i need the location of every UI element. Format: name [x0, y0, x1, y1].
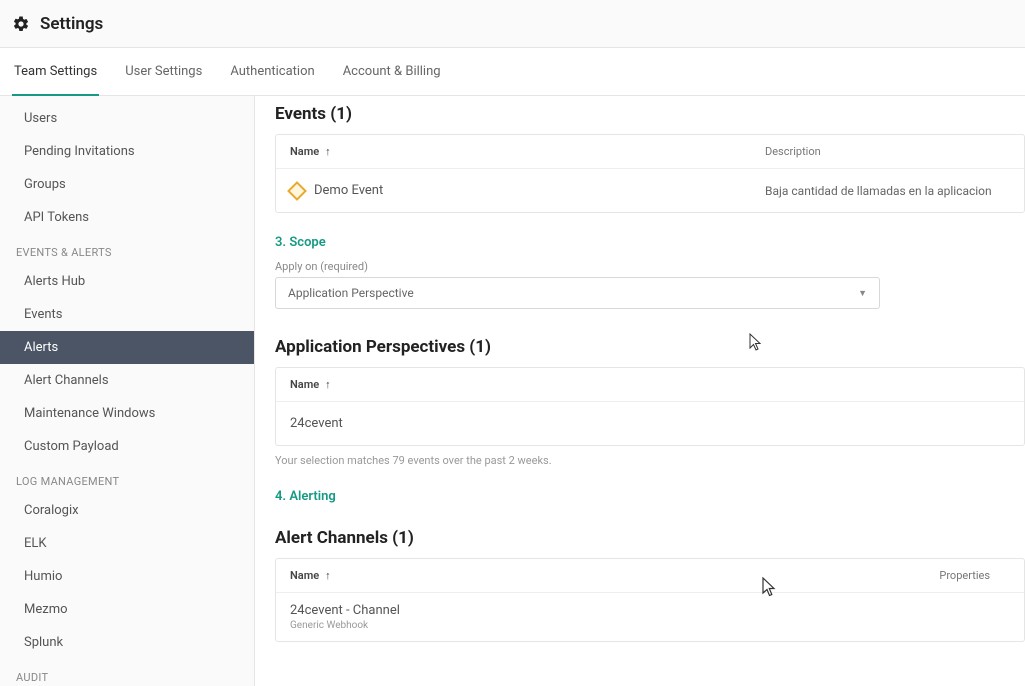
- sidebar: Users Pending Invitations Groups API Tok…: [0, 96, 255, 686]
- alert-channel-row-name: 24cevent - Channel: [290, 603, 765, 618]
- tabbar: Team Settings User Settings Authenticati…: [0, 48, 1025, 96]
- sidebar-section-log-management: LOG MANAGEMENT: [0, 463, 254, 494]
- perspectives-table: Name ↑ 24cevent: [275, 367, 1025, 446]
- events-col-description[interactable]: Description: [765, 145, 1010, 158]
- sidebar-item-events[interactable]: Events: [0, 298, 254, 331]
- sort-arrow-up-icon: ↑: [325, 145, 331, 158]
- sidebar-item-alerts-hub[interactable]: Alerts Hub: [0, 265, 254, 298]
- tab-authentication[interactable]: Authentication: [228, 48, 316, 96]
- event-diamond-icon: [287, 181, 307, 201]
- alert-channels-col-name-label: Name: [290, 569, 319, 582]
- sidebar-item-custom-payload[interactable]: Custom Payload: [0, 430, 254, 463]
- scope-match-hint: Your selection matches 79 events over th…: [275, 454, 1025, 467]
- sidebar-item-elk[interactable]: ELK: [0, 527, 254, 560]
- tab-team-settings[interactable]: Team Settings: [12, 48, 99, 96]
- sort-arrow-up-icon: ↑: [325, 569, 331, 582]
- alert-channels-col-properties[interactable]: Properties: [765, 569, 1010, 582]
- chevron-down-icon: ▼: [858, 288, 867, 299]
- alert-channel-row-subtype: Generic Webhook: [290, 620, 765, 631]
- sidebar-section-audit: AUDIT: [0, 659, 254, 686]
- event-row-description: Baja cantidad de llamadas en la aplicaci…: [765, 184, 1010, 198]
- perspectives-row[interactable]: 24cevent: [276, 402, 1024, 445]
- events-col-name-label: Name: [290, 145, 319, 158]
- tab-account-billing[interactable]: Account & Billing: [341, 48, 443, 96]
- apply-on-value: Application Perspective: [288, 286, 414, 300]
- perspectives-col-name-label: Name: [290, 378, 319, 391]
- events-col-name[interactable]: Name ↑: [290, 145, 765, 158]
- perspectives-col-name[interactable]: Name ↑: [290, 378, 765, 391]
- perspectives-heading: Application Perspectives (1): [275, 337, 1025, 357]
- events-table: Name ↑ Description Demo Event Baja canti…: [275, 134, 1025, 213]
- alert-channels-col-name[interactable]: Name ↑: [290, 569, 765, 582]
- sidebar-item-users[interactable]: Users: [0, 102, 254, 135]
- perspective-row-name: 24cevent: [290, 416, 343, 431]
- sidebar-section-events-alerts: EVENTS & ALERTS: [0, 234, 254, 265]
- tab-user-settings[interactable]: User Settings: [123, 48, 204, 96]
- sidebar-item-humio[interactable]: Humio: [0, 560, 254, 593]
- alert-channel-row[interactable]: 24cevent - Channel Generic Webhook: [276, 593, 1024, 641]
- page-title: Settings: [40, 14, 103, 34]
- sidebar-item-splunk[interactable]: Splunk: [0, 626, 254, 659]
- event-row-name: Demo Event: [314, 183, 383, 198]
- sidebar-item-alert-channels[interactable]: Alert Channels: [0, 364, 254, 397]
- step-scope: 3. Scope: [275, 235, 1025, 250]
- events-heading: Events (1): [275, 104, 1025, 124]
- sidebar-item-api-tokens[interactable]: API Tokens: [0, 201, 254, 234]
- sidebar-item-coralogix[interactable]: Coralogix: [0, 494, 254, 527]
- sidebar-item-groups[interactable]: Groups: [0, 168, 254, 201]
- alert-channels-heading: Alert Channels (1): [275, 528, 1025, 548]
- step-alerting: 4. Alerting: [275, 489, 1025, 504]
- sidebar-item-pending-invitations[interactable]: Pending Invitations: [0, 135, 254, 168]
- sidebar-item-maintenance-windows[interactable]: Maintenance Windows: [0, 397, 254, 430]
- apply-on-select[interactable]: Application Perspective ▼: [275, 277, 880, 309]
- events-row[interactable]: Demo Event Baja cantidad de llamadas en …: [276, 169, 1024, 212]
- main-content: Events (1) Name ↑ Description Demo Event…: [255, 96, 1025, 686]
- sidebar-item-alerts[interactable]: Alerts: [0, 331, 254, 364]
- gear-icon: [12, 15, 30, 33]
- apply-on-label: Apply on (required): [275, 260, 1025, 273]
- sidebar-item-mezmo[interactable]: Mezmo: [0, 593, 254, 626]
- page-header: Settings: [0, 0, 1025, 48]
- sort-arrow-up-icon: ↑: [325, 378, 331, 391]
- alert-channels-table: Name ↑ Properties 24cevent - Channel Gen…: [275, 558, 1025, 642]
